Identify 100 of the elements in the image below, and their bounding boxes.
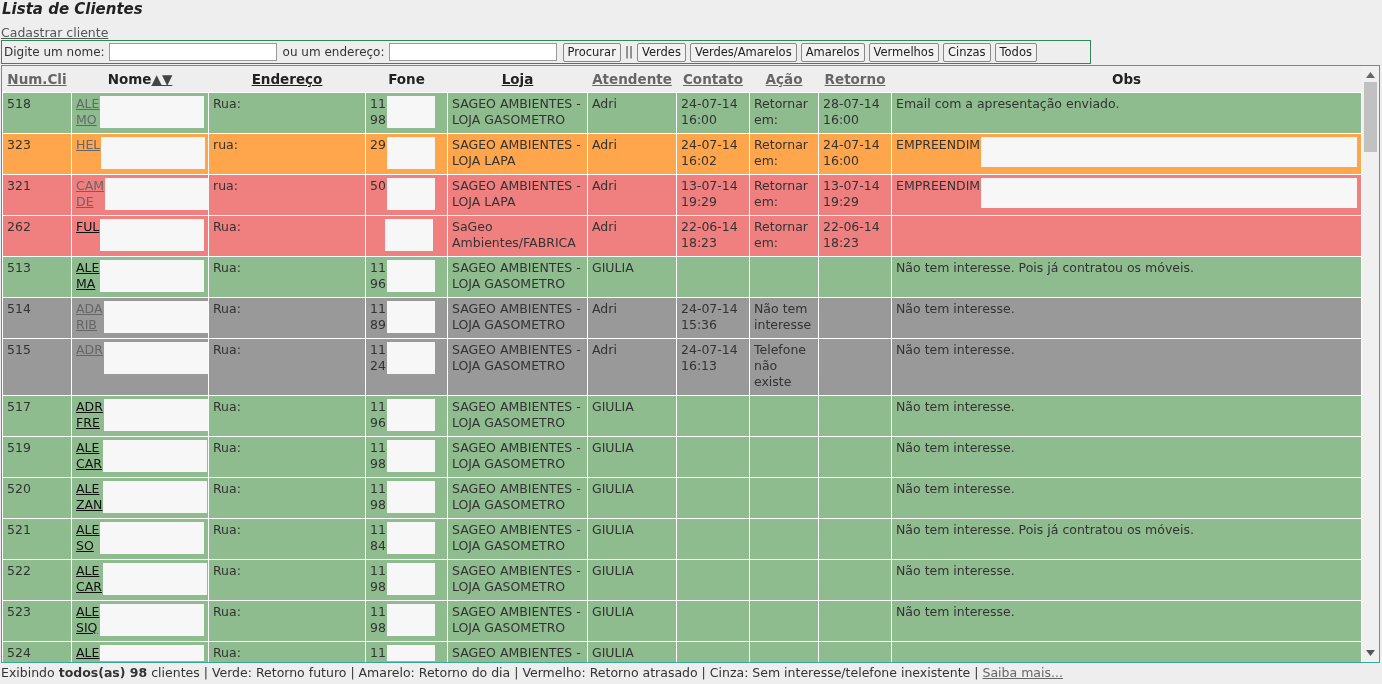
table-cell: GIULIA [592, 480, 634, 496]
table-cell: 522 [7, 562, 31, 578]
separator-text: || [624, 44, 633, 61]
table-cell: Rua: [213, 218, 241, 234]
table-cell: 515 [7, 341, 31, 357]
table-cell: SAGEO AMBIENTES - LOJA GASOMETRO [452, 480, 581, 512]
phone-text: 11 96 [370, 398, 386, 431]
table-cell: 22-06-14 18:23 [823, 218, 880, 250]
table-cell: Não tem interesse. Pois já contratou os móveis. [896, 521, 1194, 538]
search-button[interactable]: Procurar [562, 42, 621, 62]
table-cell: EMPREENDIM [896, 177, 981, 194]
phone-text: 11 98 [370, 480, 386, 513]
client-name-link[interactable]: FUL [76, 218, 100, 235]
table-cell: Rua: [213, 644, 241, 660]
column-header: Fone [388, 70, 425, 87]
table-cell: SAGEO AMBIENTES - LOJA GASOMETRO [452, 439, 581, 471]
table-cell: 24-07-14 16:02 [681, 136, 738, 168]
table-cell: GIULIA [592, 603, 634, 619]
table-cell: Adri [592, 136, 617, 152]
table-cell: Retornar em: [754, 218, 808, 250]
sort-link[interactable]: Atendente [592, 70, 672, 87]
table-cell: Rua: [213, 341, 241, 357]
phone-text: 11 [370, 644, 386, 661]
scroll-down-icon[interactable] [1366, 650, 1375, 656]
table-cell: Não tem interesse. [896, 562, 1015, 579]
client-name-link[interactable]: ALE CAR [76, 562, 102, 595]
table-cell: 519 [7, 439, 31, 455]
table-cell: 262 [7, 218, 31, 234]
table-cell: Email com a apresentação enviado. [896, 95, 1120, 112]
table-cell: Telefone não existe [754, 341, 807, 389]
filter-button[interactable]: Amarelos [800, 42, 865, 62]
client-name-link[interactable]: ALE MA [76, 259, 100, 292]
table-cell: 517 [7, 398, 31, 414]
client-name-link[interactable]: ALE [76, 644, 100, 661]
redaction-block [386, 259, 435, 292]
filter-button[interactable]: Verdes [636, 42, 686, 62]
table-cell: Não tem interesse. [896, 480, 1015, 497]
filter-button[interactable]: Todos [994, 42, 1037, 62]
table-cell: Adri [592, 300, 617, 316]
client-name-link[interactable]: ALE ZAN [76, 480, 103, 513]
table-cell: Retornar em: [754, 177, 808, 209]
table-cell: Adri [592, 177, 617, 193]
table-cell: EMPREENDIM [896, 136, 981, 153]
column-header: Nome [107, 70, 152, 87]
sort-link[interactable]: Contato [682, 70, 744, 87]
phone-text: 11 98 [370, 439, 386, 472]
table-cell: 523 [7, 603, 31, 619]
client-name-link[interactable]: ALE SIQ [76, 603, 100, 636]
table-cell: 22-06-14 18:23 [681, 218, 738, 250]
table-cell: 518 [7, 95, 31, 111]
table-cell: GIULIA [592, 644, 634, 660]
name-field[interactable] [108, 43, 277, 61]
table-cell: Não tem interesse. [896, 439, 1015, 456]
sort-link[interactable]: Retorno [824, 70, 886, 87]
register-link[interactable]: Cadastrar cliente [1, 25, 109, 40]
table-cell: Rua: [213, 562, 241, 578]
filter-button[interactable]: Verdes/Amarelos [689, 42, 797, 62]
redaction-block [386, 439, 435, 472]
phone-text: 11 98 [370, 95, 386, 128]
client-name-link[interactable]: ADR FRE [76, 398, 103, 431]
client-name-link[interactable]: ALE CAR [76, 439, 102, 472]
table-cell: 513 [7, 259, 31, 275]
sort-link[interactable]: Num.Cli [7, 70, 67, 87]
scrollbar-thumb[interactable] [1364, 82, 1377, 152]
address-field[interactable] [388, 43, 557, 61]
phone-text: 11 24 [370, 341, 386, 374]
table-cell: SAGEO AMBIENTES - LOJA LAPA [452, 177, 581, 209]
sort-link[interactable]: Loja [501, 70, 534, 87]
table-cell: Retornar em: [754, 136, 808, 168]
sort-arrows[interactable]: ▲▼ [151, 70, 173, 87]
table-cell: GIULIA [592, 521, 634, 537]
scroll-up-icon[interactable] [1366, 72, 1375, 78]
phone-text: 29 [370, 136, 386, 153]
table-cell: 13-07-14 19:29 [681, 177, 738, 209]
phone-text: 11 98 [370, 562, 386, 595]
table-cell: 24-07-14 16:00 [823, 136, 880, 168]
table-cell: 13-07-14 19:29 [823, 177, 880, 209]
phone-text: 11 84 [370, 521, 386, 554]
table-cell: GIULIA [592, 398, 634, 414]
sort-link[interactable]: Endereço [251, 70, 323, 87]
table-cell: 524 [7, 644, 31, 660]
phone-text: 11 96 [370, 259, 386, 292]
table-cell: Rua: [213, 480, 241, 496]
table-cell: GIULIA [592, 259, 634, 275]
redaction-block [386, 341, 435, 374]
table-cell: SAGEO AMBIENTES - LOJA GASOMETRO [452, 341, 581, 373]
table-cell: Rua: [213, 398, 241, 414]
redaction-block [385, 218, 433, 251]
filter-button[interactable]: Cinzas [942, 42, 991, 62]
table-cell: 28-07-14 16:00 [823, 95, 880, 127]
table-cell: 323 [7, 136, 31, 152]
redaction-block [386, 300, 435, 333]
client-name-link[interactable]: ALE SO [76, 521, 100, 554]
table-cell: Retornar em: [754, 95, 808, 127]
table-cell: Não tem interesse. Pois já contratou os móveis. [896, 259, 1194, 276]
more-link[interactable]: Saiba mais... [982, 663, 1063, 683]
table-cell: SAGEO AMBIENTES - LOJA GASOMETRO [452, 562, 581, 594]
filter-button[interactable]: Vermelhos [868, 42, 939, 62]
table-cell: 24-07-14 15:36 [681, 300, 738, 332]
sort-link[interactable]: Ação [765, 70, 803, 87]
